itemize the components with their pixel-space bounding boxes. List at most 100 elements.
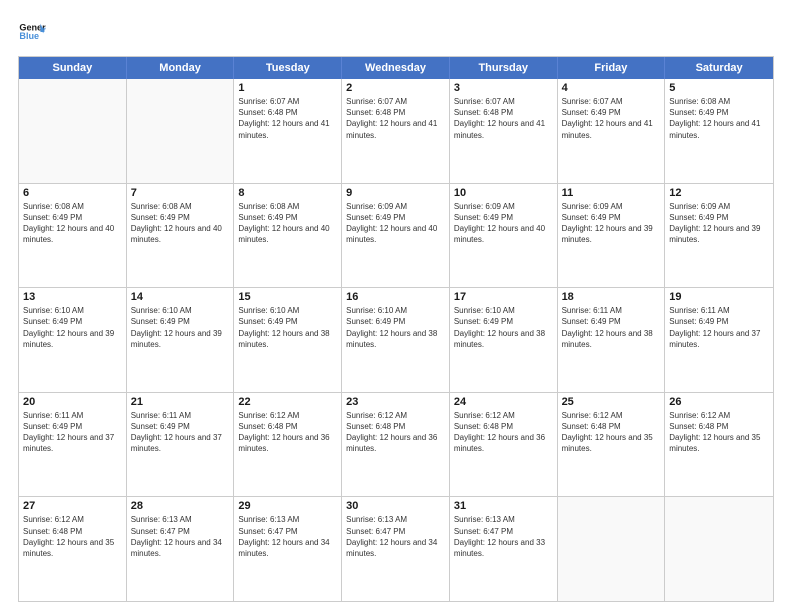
day-cell: 10 Sunrise: 6:09 AM Sunset: 6:49 PM Dayli… — [450, 184, 558, 288]
day-number: 13 — [23, 291, 122, 303]
day-number: 14 — [131, 291, 230, 303]
week-row: 27 Sunrise: 6:12 AM Sunset: 6:48 PM Dayli… — [19, 497, 773, 601]
day-info: Sunrise: 6:13 AM Sunset: 6:47 PM Dayligh… — [454, 514, 553, 559]
day-cell — [127, 79, 235, 183]
day-number: 27 — [23, 500, 122, 512]
day-info: Sunrise: 6:11 AM Sunset: 6:49 PM Dayligh… — [669, 305, 769, 350]
day-cell: 20 Sunrise: 6:11 AM Sunset: 6:49 PM Dayli… — [19, 393, 127, 497]
day-info: Sunrise: 6:11 AM Sunset: 6:49 PM Dayligh… — [131, 410, 230, 455]
day-cell: 30Sunrise: 6:13 AM Sunset: 6:47 PM Dayli… — [342, 497, 450, 601]
day-cell: 4 Sunrise: 6:07 AM Sunset: 6:49 PM Daylig… — [558, 79, 666, 183]
day-header-friday: Friday — [558, 57, 666, 79]
day-number: 5 — [669, 82, 769, 94]
day-number: 28 — [131, 500, 230, 512]
day-number: 8 — [238, 187, 337, 199]
day-number: 20 — [23, 396, 122, 408]
day-info: Sunrise: 6:08 AM Sunset: 6:49 PM Dayligh… — [238, 201, 337, 246]
day-cell: 12 Sunrise: 6:09 AM Sunset: 6:49 PM Dayli… — [665, 184, 773, 288]
day-info: Sunrise: 6:12 AM Sunset: 6:48 PM Dayligh… — [23, 514, 122, 559]
day-info: Sunrise: 6:11 AM Sunset: 6:49 PM Dayligh… — [23, 410, 122, 455]
day-number: 31 — [454, 500, 553, 512]
day-info: Sunrise: 6:07 AM Sunset: 6:48 PM Dayligh… — [454, 96, 553, 141]
day-number: 1 — [238, 82, 337, 94]
day-info: Sunrise: 6:09 AM Sunset: 6:49 PM Dayligh… — [454, 201, 553, 246]
day-header-monday: Monday — [127, 57, 235, 79]
day-info: Sunrise: 6:10 AM Sunset: 6:49 PM Dayligh… — [454, 305, 553, 350]
day-info: Sunrise: 6:08 AM Sunset: 6:49 PM Dayligh… — [131, 201, 230, 246]
day-number: 2 — [346, 82, 445, 94]
day-cell: 15 Sunrise: 6:10 AM Sunset: 6:49 PM Dayli… — [234, 288, 342, 392]
day-cell: 2 Sunrise: 6:07 AM Sunset: 6:48 PM Daylig… — [342, 79, 450, 183]
day-cell: 25Sunrise: 6:12 AM Sunset: 6:48 PM Dayli… — [558, 393, 666, 497]
day-number: 11 — [562, 187, 661, 199]
day-cell: 17Sunrise: 6:10 AM Sunset: 6:49 PM Dayli… — [450, 288, 558, 392]
day-info: Sunrise: 6:09 AM Sunset: 6:49 PM Dayligh… — [562, 201, 661, 246]
day-cell — [19, 79, 127, 183]
day-number: 15 — [238, 291, 337, 303]
day-number: 18 — [562, 291, 661, 303]
week-row: 20 Sunrise: 6:11 AM Sunset: 6:49 PM Dayli… — [19, 393, 773, 498]
day-header-tuesday: Tuesday — [234, 57, 342, 79]
day-cell — [558, 497, 666, 601]
day-number: 21 — [131, 396, 230, 408]
day-cell: 6Sunrise: 6:08 AM Sunset: 6:49 PM Daylig… — [19, 184, 127, 288]
day-cell: 8 Sunrise: 6:08 AM Sunset: 6:49 PM Daylig… — [234, 184, 342, 288]
svg-text:Blue: Blue — [19, 31, 39, 41]
calendar-header: SundayMondayTuesdayWednesdayThursdayFrid… — [19, 57, 773, 79]
day-cell: 14 Sunrise: 6:10 AM Sunset: 6:49 PM Dayli… — [127, 288, 235, 392]
day-number: 16 — [346, 291, 445, 303]
day-cell: 5 Sunrise: 6:08 AM Sunset: 6:49 PM Daylig… — [665, 79, 773, 183]
day-number: 22 — [238, 396, 337, 408]
day-cell: 13Sunrise: 6:10 AM Sunset: 6:49 PM Dayli… — [19, 288, 127, 392]
day-number: 23 — [346, 396, 445, 408]
day-info: Sunrise: 6:12 AM Sunset: 6:48 PM Dayligh… — [669, 410, 769, 455]
day-cell: 27 Sunrise: 6:12 AM Sunset: 6:48 PM Dayli… — [19, 497, 127, 601]
day-cell: 11 Sunrise: 6:09 AM Sunset: 6:49 PM Dayli… — [558, 184, 666, 288]
day-number: 3 — [454, 82, 553, 94]
day-info: Sunrise: 6:12 AM Sunset: 6:48 PM Dayligh… — [454, 410, 553, 455]
day-number: 26 — [669, 396, 769, 408]
day-info: Sunrise: 6:09 AM Sunset: 6:49 PM Dayligh… — [669, 201, 769, 246]
day-info: Sunrise: 6:11 AM Sunset: 6:49 PM Dayligh… — [562, 305, 661, 350]
day-header-sunday: Sunday — [19, 57, 127, 79]
page-header: General Blue — [18, 18, 774, 46]
day-cell: 9 Sunrise: 6:09 AM Sunset: 6:49 PM Daylig… — [342, 184, 450, 288]
day-info: Sunrise: 6:07 AM Sunset: 6:48 PM Dayligh… — [346, 96, 445, 141]
day-cell: 22 Sunrise: 6:12 AM Sunset: 6:48 PM Dayli… — [234, 393, 342, 497]
logo-icon: General Blue — [18, 18, 46, 46]
day-header-wednesday: Wednesday — [342, 57, 450, 79]
day-header-thursday: Thursday — [450, 57, 558, 79]
day-info: Sunrise: 6:08 AM Sunset: 6:49 PM Dayligh… — [669, 96, 769, 141]
day-number: 6 — [23, 187, 122, 199]
day-info: Sunrise: 6:10 AM Sunset: 6:49 PM Dayligh… — [346, 305, 445, 350]
calendar-body: 1 Sunrise: 6:07 AM Sunset: 6:48 PM Daylig… — [19, 79, 773, 601]
day-cell: 28 Sunrise: 6:13 AM Sunset: 6:47 PM Dayli… — [127, 497, 235, 601]
day-info: Sunrise: 6:13 AM Sunset: 6:47 PM Dayligh… — [131, 514, 230, 559]
day-number: 7 — [131, 187, 230, 199]
day-info: Sunrise: 6:07 AM Sunset: 6:48 PM Dayligh… — [238, 96, 337, 141]
logo: General Blue — [18, 18, 46, 46]
day-info: Sunrise: 6:12 AM Sunset: 6:48 PM Dayligh… — [562, 410, 661, 455]
day-cell: 29Sunrise: 6:13 AM Sunset: 6:47 PM Dayli… — [234, 497, 342, 601]
day-number: 10 — [454, 187, 553, 199]
day-info: Sunrise: 6:07 AM Sunset: 6:49 PM Dayligh… — [562, 96, 661, 141]
week-row: 1 Sunrise: 6:07 AM Sunset: 6:48 PM Daylig… — [19, 79, 773, 184]
day-cell: 26 Sunrise: 6:12 AM Sunset: 6:48 PM Dayli… — [665, 393, 773, 497]
day-cell: 19 Sunrise: 6:11 AM Sunset: 6:49 PM Dayli… — [665, 288, 773, 392]
day-info: Sunrise: 6:10 AM Sunset: 6:49 PM Dayligh… — [238, 305, 337, 350]
day-info: Sunrise: 6:12 AM Sunset: 6:48 PM Dayligh… — [238, 410, 337, 455]
day-cell: 16 Sunrise: 6:10 AM Sunset: 6:49 PM Dayli… — [342, 288, 450, 392]
day-number: 12 — [669, 187, 769, 199]
day-number: 24 — [454, 396, 553, 408]
week-row: 13 Sunrise: 6:10 AM Sunset: 6:49 PM Dayli… — [19, 288, 773, 393]
day-cell: 7 Sunrise: 6:08 AM Sunset: 6:49 PM Daylig… — [127, 184, 235, 288]
day-cell — [665, 497, 773, 601]
day-cell: 24 Sunrise: 6:12 AM Sunset: 6:48 PM Dayli… — [450, 393, 558, 497]
day-cell: 31 Sunrise: 6:13 AM Sunset: 6:47 PM Dayli… — [450, 497, 558, 601]
day-info: Sunrise: 6:10 AM Sunset: 6:49 PM Dayligh… — [131, 305, 230, 350]
day-number: 4 — [562, 82, 661, 94]
day-info: Sunrise: 6:13 AM Sunset: 6:47 PM Dayligh… — [238, 514, 337, 559]
day-info: Sunrise: 6:09 AM Sunset: 6:49 PM Dayligh… — [346, 201, 445, 246]
day-number: 19 — [669, 291, 769, 303]
day-number: 9 — [346, 187, 445, 199]
